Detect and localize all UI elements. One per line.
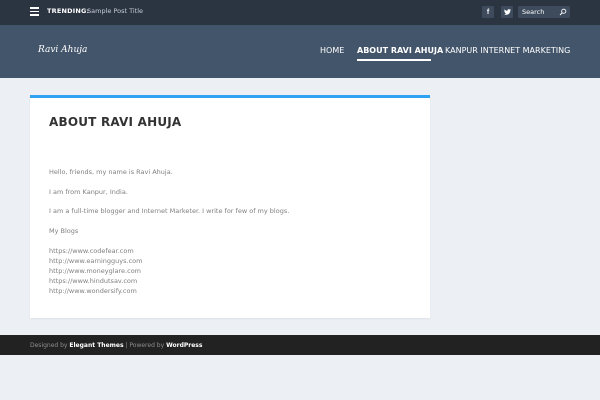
trending-label: TRENDING: xyxy=(47,7,90,15)
nav-item-kanpur-internet-marketing[interactable]: KANPUR INTERNET MARKETING xyxy=(445,46,570,55)
blog-link[interactable]: https://www.hindutsav.com xyxy=(49,276,142,286)
blog-link[interactable]: http://www.earningguys.com xyxy=(49,256,142,266)
site-footer: Designed by Elegant Themes | Powered by … xyxy=(0,335,600,355)
twitter-bird-glyph xyxy=(503,9,511,15)
search-input[interactable] xyxy=(522,7,558,17)
page-title: ABOUT RAVI AHUJA xyxy=(49,115,182,129)
paragraph-my-blogs: My Blogs xyxy=(49,227,79,235)
trending-post-link[interactable]: Sample Post Title xyxy=(87,7,143,15)
twitter-icon[interactable] xyxy=(501,6,513,18)
post-card: ABOUT RAVI AHUJA Hello, friends, my name… xyxy=(30,95,430,318)
search-box xyxy=(518,6,570,18)
blog-link[interactable]: http://www.wondersify.com xyxy=(49,286,142,296)
blog-link[interactable]: http://www.moneyglare.com xyxy=(49,266,142,276)
nav-item-home[interactable]: HOME xyxy=(320,46,344,55)
nav-item-about[interactable]: ABOUT RAVI AHUJA xyxy=(357,46,443,55)
footer-designed-by: Designed by xyxy=(30,342,68,349)
top-bar: TRENDING: Sample Post Title f xyxy=(0,0,600,25)
site-logo[interactable]: Ravi Ahuja xyxy=(38,45,87,55)
facebook-icon[interactable]: f xyxy=(482,6,494,18)
paragraph-location: I am from Kanpur, India. xyxy=(49,188,128,196)
paragraph-bio: I am a full-time blogger and Internet Ma… xyxy=(49,207,290,215)
blog-list: https://www.codefear.com http://www.earn… xyxy=(49,246,142,296)
site-header: Ravi Ahuja HOME ABOUT RAVI AHUJA KANPUR … xyxy=(0,25,600,78)
footer-powered-by: | Powered by xyxy=(125,342,165,349)
footer-link-elegant-themes[interactable]: Elegant Themes xyxy=(69,342,123,349)
menu-icon[interactable] xyxy=(30,7,39,16)
footer-link-wordpress[interactable]: WordPress xyxy=(166,342,202,349)
blog-link[interactable]: https://www.codefear.com xyxy=(49,246,142,256)
footer-credits: Designed by Elegant Themes | Powered by … xyxy=(30,342,202,349)
paragraph-greeting: Hello, friends, my name is Ravi Ahuja. xyxy=(49,168,173,176)
search-icon[interactable] xyxy=(559,8,567,16)
active-nav-indicator xyxy=(357,59,431,61)
